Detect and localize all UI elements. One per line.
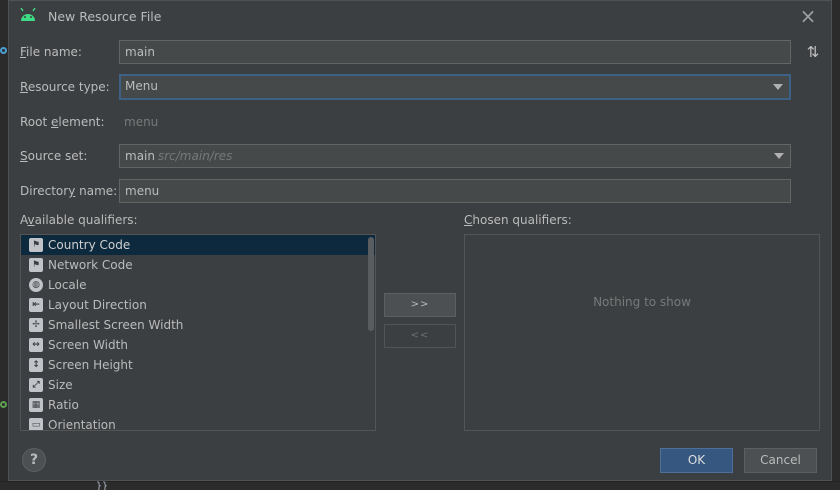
empty-state-text: Nothing to show xyxy=(593,295,691,309)
title-bar: New Resource File × xyxy=(9,1,831,31)
smallest-width-icon: ✢ xyxy=(29,318,43,332)
file-name-input[interactable]: main xyxy=(119,40,791,64)
cancel-button[interactable]: Cancel xyxy=(744,448,817,473)
orientation-icon: ▭ xyxy=(29,418,43,430)
available-qualifiers-list[interactable]: ⚑ Country Code ⚑ Network Code ◍ Locale ⇤ Lay… xyxy=(20,234,376,431)
code-fragment: }} xyxy=(96,481,109,490)
dialog-title: New Resource File xyxy=(48,9,162,24)
new-resource-file-dialog: New Resource File × File name: main ⇅ Re… xyxy=(8,0,832,481)
screen-height-icon: ↕ xyxy=(29,358,43,372)
globe-icon: ◍ xyxy=(29,278,43,292)
editor-gutter xyxy=(0,0,8,490)
directory-name-input[interactable]: menu xyxy=(119,179,791,203)
remove-qualifier-button[interactable]: << xyxy=(384,324,456,348)
source-set-hint: src/main/res xyxy=(157,149,233,163)
android-icon xyxy=(20,8,36,21)
list-item[interactable]: ⤢ Size xyxy=(21,375,375,395)
chosen-qualifiers-label: Chosen qualifiers: xyxy=(464,213,572,227)
source-set-dropdown[interactable]: main src/main/res xyxy=(119,144,791,168)
add-qualifier-button[interactable]: >> xyxy=(384,293,456,317)
directory-name-label: Directory name: xyxy=(20,184,118,198)
list-item[interactable]: ◍ Locale xyxy=(21,275,375,295)
list-item[interactable]: ▦ Ratio xyxy=(21,395,375,415)
list-item[interactable]: ✢ Smallest Screen Width xyxy=(21,315,375,335)
file-name-label: File name: xyxy=(20,45,82,59)
list-item[interactable]: ⚑ Network Code xyxy=(21,255,375,275)
sort-icon[interactable]: ⇅ xyxy=(804,43,822,61)
gutter-marker-icon xyxy=(0,401,7,408)
resource-type-dropdown[interactable]: Menu xyxy=(119,74,791,100)
root-element-value: menu xyxy=(124,115,159,129)
list-item[interactable]: ⚑ Country Code xyxy=(21,235,375,255)
dropdown-arrow-icon xyxy=(773,84,783,90)
source-set-label: Source set: xyxy=(20,149,88,163)
country-code-icon: ⚑ xyxy=(29,238,43,252)
help-button[interactable]: ? xyxy=(22,448,46,472)
size-icon: ⤢ xyxy=(29,378,43,392)
available-qualifiers-label: Available qualifiers: xyxy=(20,213,138,227)
editor-background: }} xyxy=(0,481,840,490)
screen-width-icon: ↔ xyxy=(29,338,43,352)
list-item[interactable]: ⇤ Layout Direction xyxy=(21,295,375,315)
network-code-icon: ⚑ xyxy=(29,258,43,272)
list-item[interactable]: ▭ Orientation xyxy=(21,415,375,430)
scrollbar[interactable] xyxy=(368,237,374,331)
close-icon[interactable]: × xyxy=(798,6,818,26)
root-element-label: Root element: xyxy=(20,115,105,129)
layout-direction-icon: ⇤ xyxy=(29,298,43,312)
resource-type-label: Resource type: xyxy=(20,80,110,94)
ratio-icon: ▦ xyxy=(29,398,43,412)
gutter-marker-icon xyxy=(0,47,7,54)
chosen-qualifiers-list[interactable]: Nothing to show xyxy=(464,234,820,431)
ok-button[interactable]: OK xyxy=(660,448,733,473)
list-item[interactable]: ↕ Screen Height xyxy=(21,355,375,375)
dropdown-arrow-icon xyxy=(774,153,784,159)
list-item[interactable]: ↔ Screen Width xyxy=(21,335,375,355)
